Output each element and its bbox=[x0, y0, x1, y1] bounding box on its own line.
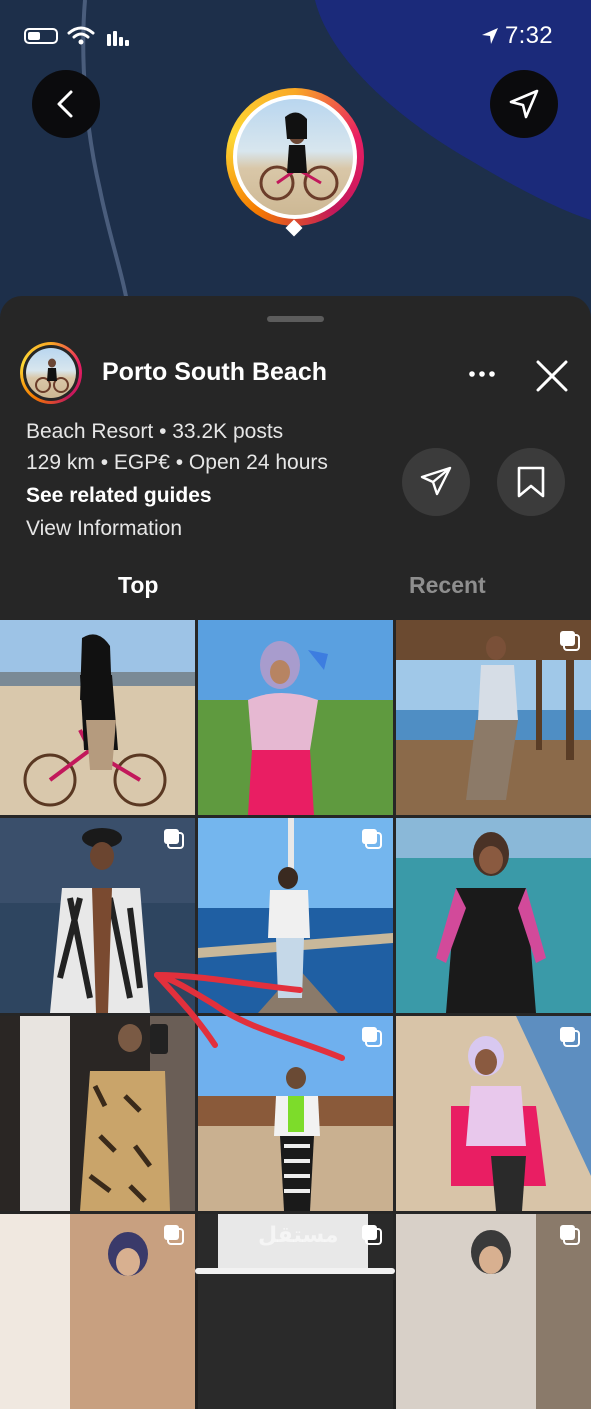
close-button[interactable] bbox=[532, 356, 572, 396]
navigate-button[interactable] bbox=[490, 70, 558, 138]
see-related-guides-link[interactable]: See related guides bbox=[26, 484, 212, 508]
close-icon bbox=[536, 360, 568, 392]
post-thumbnail[interactable] bbox=[0, 1214, 195, 1409]
tab-top[interactable]: Top bbox=[118, 572, 158, 599]
drag-handle[interactable] bbox=[267, 316, 324, 322]
watermark-logo: مستقل bbox=[258, 1222, 339, 1247]
post-thumbnail[interactable] bbox=[0, 620, 195, 815]
save-button[interactable] bbox=[497, 448, 565, 516]
place-category-posts: Beach Resort • 33.2K posts bbox=[26, 420, 284, 443]
cellular-signal-icon bbox=[107, 31, 129, 46]
post-thumbnail[interactable] bbox=[396, 818, 591, 1013]
cyclist-thumbnail-image bbox=[259, 112, 339, 201]
multiple-photos-icon bbox=[362, 829, 382, 849]
sea-swimsuit-photo bbox=[396, 818, 591, 1013]
wifi-icon bbox=[67, 26, 95, 45]
view-information-link[interactable]: View Information bbox=[26, 517, 182, 541]
multiple-photos-icon bbox=[164, 1225, 184, 1245]
beach-bicycle-photo bbox=[0, 620, 195, 815]
navigation-arrow-icon bbox=[509, 89, 539, 119]
location-services-icon bbox=[482, 28, 498, 44]
more-horizontal-icon bbox=[469, 371, 495, 377]
tab-recent[interactable]: Recent bbox=[409, 572, 486, 599]
status-bar: 7:32 bbox=[0, 0, 591, 70]
map-location-pin[interactable] bbox=[226, 88, 364, 226]
post-thumbnail[interactable] bbox=[198, 620, 393, 815]
post-thumbnail[interactable] bbox=[198, 1016, 393, 1211]
multiple-photos-icon bbox=[164, 829, 184, 849]
multiple-photos-icon bbox=[560, 1225, 580, 1245]
map-view[interactable]: 7:32 bbox=[0, 0, 591, 320]
mirror-selfie-photo bbox=[0, 1016, 195, 1211]
chevron-left-icon bbox=[57, 90, 73, 118]
multiple-photos-icon bbox=[362, 1225, 382, 1245]
place-name: Porto South Beach bbox=[102, 358, 328, 386]
post-thumbnail[interactable] bbox=[198, 818, 393, 1013]
post-thumbnail[interactable] bbox=[396, 1214, 591, 1409]
place-sheet: Porto South Beach Beach Resort • 33.2K p… bbox=[0, 296, 591, 1409]
place-avatar-image bbox=[26, 348, 76, 398]
pin-photo bbox=[237, 99, 353, 215]
place-distance-hours: 129 km • EGP€ • Open 24 hours bbox=[26, 451, 328, 474]
share-button[interactable] bbox=[402, 448, 470, 516]
multiple-photos-icon bbox=[362, 1027, 382, 1047]
cyclist-avatar-image bbox=[35, 358, 69, 393]
bookmark-icon bbox=[517, 466, 545, 498]
pink-outfit-photo bbox=[198, 620, 393, 815]
more-options-button[interactable] bbox=[466, 358, 498, 390]
post-thumbnail[interactable] bbox=[396, 1016, 591, 1211]
battery-icon bbox=[24, 28, 58, 44]
status-time: 7:32 bbox=[505, 22, 553, 49]
multiple-photos-icon bbox=[560, 631, 580, 651]
home-indicator[interactable] bbox=[195, 1268, 395, 1274]
post-thumbnail[interactable] bbox=[0, 1016, 195, 1211]
back-button[interactable] bbox=[32, 70, 100, 138]
multiple-photos-icon bbox=[560, 1027, 580, 1047]
post-thumbnail[interactable] bbox=[0, 818, 195, 1013]
place-avatar[interactable] bbox=[20, 342, 82, 404]
post-thumbnail[interactable] bbox=[396, 620, 591, 815]
paper-plane-icon bbox=[420, 466, 452, 496]
